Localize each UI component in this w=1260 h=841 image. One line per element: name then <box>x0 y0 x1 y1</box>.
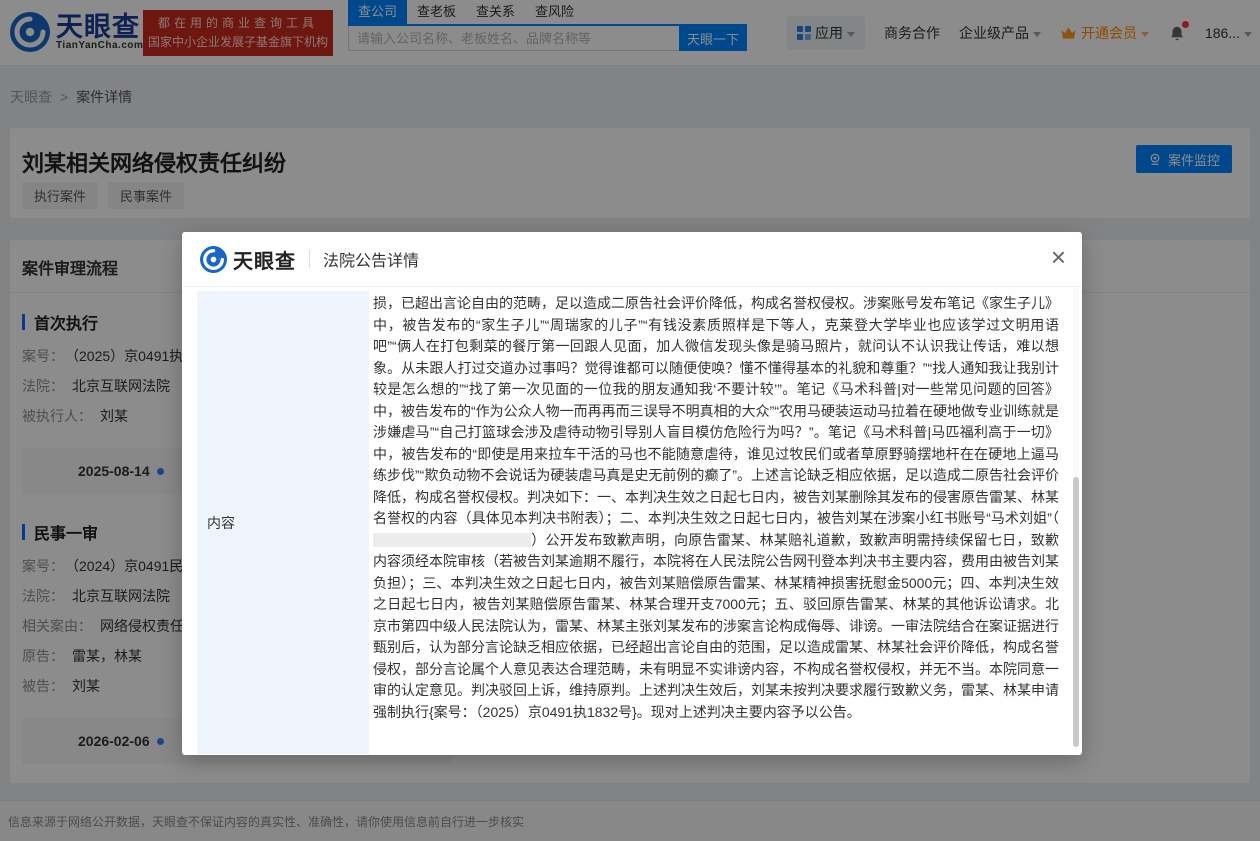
announcement-text-part1: 损，已超出言论自由的范畴，足以造成二原告社会评价降低，构成名誉权侵权。涉案账号发… <box>373 295 1059 526</box>
content-label-cell: 内容 <box>197 291 369 754</box>
announcement-text: 损，已超出言论自由的范畴，足以造成二原告社会评价降低，构成名誉权侵权。涉案账号发… <box>373 293 1059 723</box>
close-icon[interactable]: × <box>1051 244 1066 270</box>
announcement-text-part2: ）公开发布致歉声明，向原告雷某、林某赔礼道歉，致歉声明需持续保留七日，致歉内容须… <box>373 532 1059 720</box>
modal-header-divider <box>309 250 310 268</box>
modal-body: 内容 损，已超出言论自由的范畴，足以造成二原告社会评价降低，构成名誉权侵权。涉案… <box>182 287 1082 754</box>
redacted-account-id <box>373 533 531 547</box>
tianyancha-logo-icon <box>200 246 227 273</box>
modal-brand-text: 天眼查 <box>233 245 296 274</box>
court-announcement-modal: 天眼查 法院公告详情 × 内容 损，已超出言论自由的范畴，足以造成二原告社会评价… <box>182 232 1082 755</box>
modal-title: 法院公告详情 <box>323 247 419 271</box>
content-cell: 损，已超出言论自由的范畴，足以造成二原告社会评价降低，构成名誉权侵权。涉案账号发… <box>369 291 1069 754</box>
scrollbar-thumb[interactable] <box>1073 477 1079 747</box>
modal-header: 天眼查 法院公告详情 × <box>182 232 1082 287</box>
